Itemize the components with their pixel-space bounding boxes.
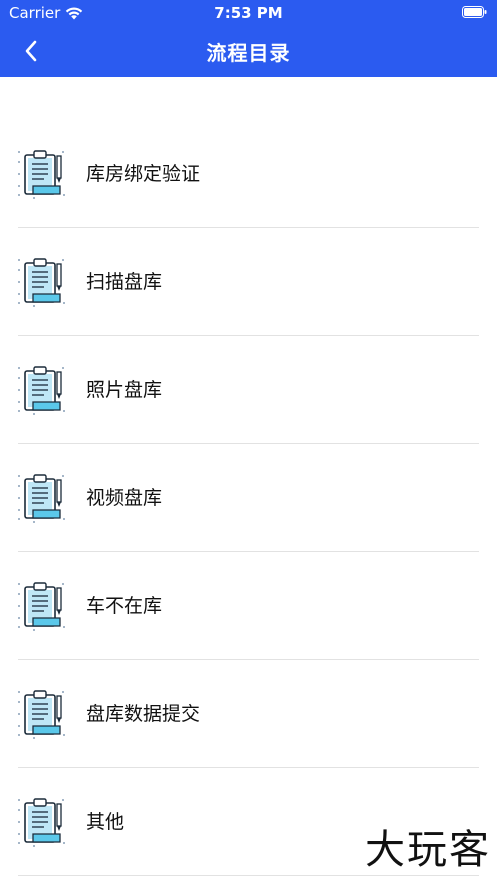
list-item[interactable]: 照片盘库 xyxy=(0,336,497,444)
list-item[interactable]: 车不在库 xyxy=(0,552,497,660)
list-item-label: 扫描盘库 xyxy=(86,271,163,293)
status-bar: Carrier 7:53 PM xyxy=(0,0,497,26)
list-item[interactable]: 库房绑定验证 xyxy=(0,120,497,228)
list-item[interactable]: 视频盘库 xyxy=(0,444,497,552)
clipboard-icon xyxy=(18,366,65,415)
clipboard-icon xyxy=(18,474,65,523)
list-item-label: 盘库数据提交 xyxy=(86,703,201,725)
battery-icon xyxy=(462,6,487,18)
divider xyxy=(18,875,479,876)
list-item[interactable]: 盘库数据提交 xyxy=(0,660,497,768)
watermark: 大玩客 xyxy=(365,827,491,873)
list-item-label: 车不在库 xyxy=(86,595,163,617)
list-item[interactable]: 扫描盘库 xyxy=(0,228,497,336)
clipboard-icon xyxy=(18,582,65,631)
clipboard-icon xyxy=(18,150,65,199)
clipboard-icon xyxy=(18,690,65,739)
clipboard-icon xyxy=(18,258,65,307)
list-item-label: 库房绑定验证 xyxy=(86,163,201,185)
clipboard-icon xyxy=(18,798,65,847)
nav-bar: 流程目录 xyxy=(0,26,497,77)
list-item-label: 其他 xyxy=(86,811,125,833)
list-item-label: 照片盘库 xyxy=(86,379,163,401)
process-list: 库房绑定验证 扫描盘库 照片盘库 视频盘库 车不在库 盘库数据提交 其他 xyxy=(0,120,497,876)
page-title: 流程目录 xyxy=(206,41,291,65)
list-item-label: 视频盘库 xyxy=(86,487,163,509)
header: Carrier 7:53 PM 流程目录 xyxy=(0,0,497,77)
status-time: 7:53 PM xyxy=(214,4,283,22)
